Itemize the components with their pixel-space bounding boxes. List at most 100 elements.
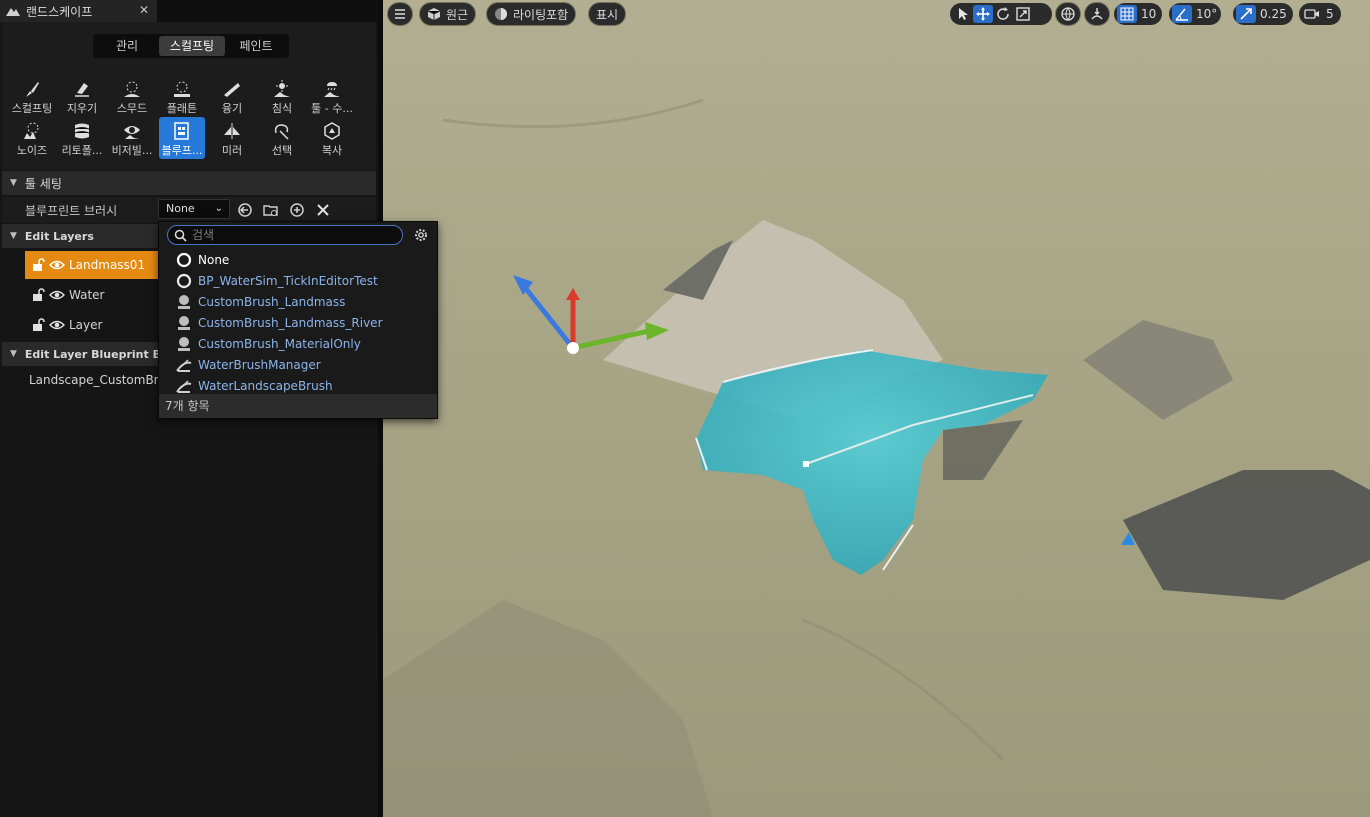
tool-label: 플래튼 [166,102,198,115]
mode-switcher: 관리 스컬프팅 페인트 [93,34,289,58]
layer-row-water[interactable]: Water [25,281,158,309]
search-input[interactable] [192,227,392,243]
none-circle-icon [176,252,192,267]
lighting-sphere-icon [495,8,507,20]
mode-sculpt-button[interactable]: 스컬프팅 [159,36,225,56]
tool-select[interactable]: 선택 [259,117,305,159]
blueprint-brush-combo[interactable]: None ⌄ [158,199,230,219]
scale-arrow-icon [1240,8,1252,20]
lock-icon[interactable] [31,288,45,302]
grid-snap-group[interactable]: 10 [1114,3,1162,25]
rotation-snap-group[interactable]: 10° [1169,3,1221,25]
lighting-button[interactable]: 라이팅포함 [487,3,576,25]
bp-brush-item[interactable]: Landscape_CustomBrush [2,366,180,394]
section-title: Edit Layers [24,229,94,243]
dropdown-item[interactable]: CustomBrush_Landmass [160,291,436,312]
select-mode-button[interactable] [953,5,973,23]
erosion-icon [274,80,290,97]
item-label: CustomBrush_Landmass [198,294,346,309]
tool-sculpt[interactable]: 스컬프팅 [9,75,55,117]
dropdown-item[interactable]: BP_WaterSim_TickInEditorTest [160,270,436,291]
tool-palette: 스컬프팅 지우기 스무드 플래튼 융기 침식 툴 - 수... 노이즈 리토폴.… [2,64,376,170]
tool-label: 툴 - 수... [311,102,353,115]
perspective-button[interactable]: 원근 [420,3,476,25]
gear-icon[interactable] [413,227,429,243]
tool-erosion[interactable]: 침식 [259,75,305,117]
smooth-icon [124,81,140,97]
clear-icon[interactable] [313,200,333,220]
dropdown-item[interactable]: CustomBrush_MaterialOnly [160,333,436,354]
mode-paint-button[interactable]: 페인트 [225,36,287,56]
rotation-snap-toggle[interactable] [1172,5,1192,23]
landscape-terrain [383,0,1370,817]
eye-icon[interactable] [49,258,65,272]
tool-ramp[interactable]: 융기 [209,75,255,117]
camera-speed-group[interactable]: 5 [1299,3,1341,25]
chevron-down-icon: ⌄ [214,203,223,214]
camera-speed-value[interactable]: 5 [1322,7,1338,21]
layer-name: Layer [69,318,103,332]
browse-folder-icon[interactable] [261,200,281,220]
dropdown-item[interactable]: WaterBrushManager [160,354,436,375]
item-label: CustomBrush_MaterialOnly [198,336,361,351]
translate-mode-button[interactable] [973,5,993,23]
brush-actor-icon [178,336,190,351]
dropdown-item[interactable]: CustomBrush_Landmass_River [160,312,436,333]
tool-retopologize[interactable]: 리토폴... [59,117,105,159]
mirror-icon [224,123,240,139]
dropdown-item[interactable]: WaterLandscapeBrush [160,375,436,396]
level-viewport[interactable]: 원근 라이팅포함 표시 10 10° 0.25 5 [383,0,1370,817]
grid-icon [1120,7,1134,21]
tool-settings-header[interactable]: ▼ 툴 세팅 [2,171,376,195]
rotate-mode-button[interactable] [993,5,1013,23]
show-button[interactable]: 표시 [589,3,626,25]
rotation-snap-value[interactable]: 10° [1192,7,1221,21]
dropdown-item-none[interactable]: None [160,249,436,270]
tool-label: 미러 [221,144,243,157]
eye-icon[interactable] [49,318,65,332]
search-field[interactable] [167,225,403,245]
tool-noise[interactable]: 노이즈 [9,117,55,159]
blueprint-class-icon [176,273,192,288]
scale-snap-group[interactable]: 0.25 [1233,3,1293,25]
tool-erase[interactable]: 지우기 [59,75,105,117]
erase-icon [75,83,89,97]
blueprint-brush-dropdown: None BP_WaterSim_TickInEditorTest Custom… [158,221,438,419]
panel-tab-bar: 랜드스케이프 ✕ [0,0,378,22]
tool-mirror[interactable]: 미러 [209,117,255,159]
cursor-arrow-icon [959,8,968,20]
scale-snap-value[interactable]: 0.25 [1256,7,1291,21]
tool-copy[interactable]: 복사 [309,117,355,159]
blueprint-icon [174,122,189,140]
viewport-menu-button[interactable] [388,3,412,25]
lock-icon[interactable] [31,318,45,332]
angle-icon [1175,8,1188,21]
tool-label: 스컬프팅 [11,102,53,115]
tool-flatten[interactable]: 플래튼 [159,75,205,117]
camera-speed-toggle[interactable] [1302,5,1322,23]
tool-label: 비저빌... [111,144,153,157]
mode-manage-button[interactable]: 관리 [95,36,159,56]
tool-blueprint[interactable]: 블루프... [159,117,205,159]
grid-snap-toggle[interactable] [1117,5,1137,23]
mode-bar: 관리 스컬프팅 페인트 [2,22,376,64]
scale-snap-toggle[interactable] [1236,5,1256,23]
scale-mode-button[interactable] [1013,5,1033,23]
surface-snap-button[interactable] [1085,3,1109,25]
layer-row-landmass01[interactable]: Landmass01 [25,251,158,279]
item-label: WaterBrushManager [198,357,321,372]
use-selected-icon[interactable] [235,200,255,220]
add-icon[interactable] [287,200,307,220]
tool-visibility[interactable]: 비저빌... [109,117,155,159]
grid-snap-value[interactable]: 10 [1137,7,1160,21]
eye-icon[interactable] [49,288,65,302]
layer-row-layer[interactable]: Layer [25,311,158,339]
landscape-tab[interactable]: 랜드스케이프 ✕ [0,0,157,22]
item-count: 7개 항목 [159,394,437,418]
landscape-icon [6,8,20,16]
close-icon[interactable]: ✕ [139,3,149,17]
tool-smooth[interactable]: 스무드 [109,75,155,117]
tool-hydro-erosion[interactable]: 툴 - 수... [309,75,355,117]
lock-icon[interactable] [31,258,45,272]
coordinate-system-button[interactable] [1056,3,1080,25]
